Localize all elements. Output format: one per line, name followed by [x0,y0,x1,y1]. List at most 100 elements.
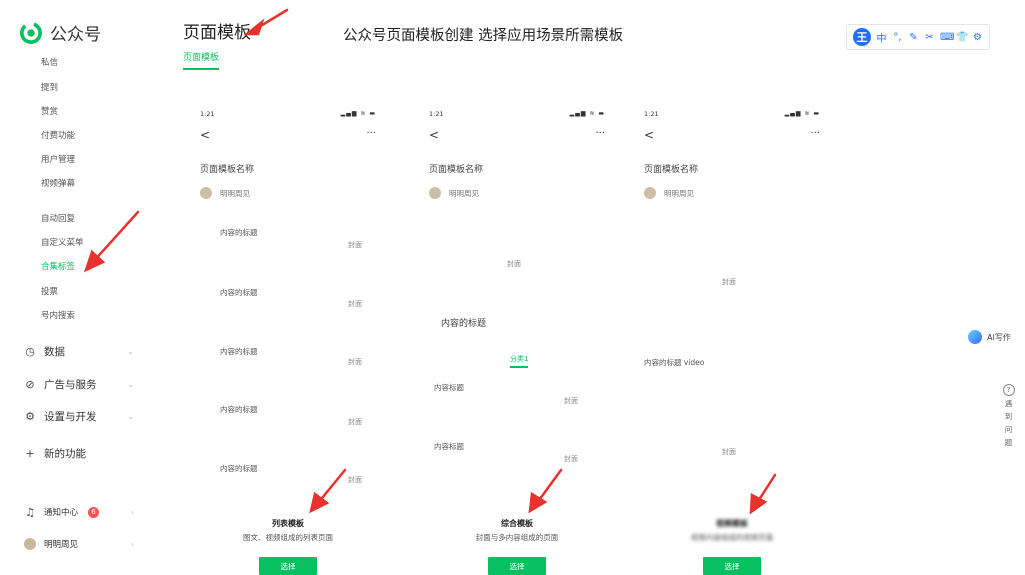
chevron-down-icon: ⌄ [127,380,134,389]
template-author: 明明周见 [429,187,479,199]
gear-icon: ⚙ [25,410,35,423]
template-name: 页面模板名称 [644,165,699,175]
punctuation-icon[interactable]: °, [892,32,903,43]
sidebar-group-label: 设置与开发 [44,411,97,423]
chevron-down-icon: ⌄ [127,347,134,356]
phone-status-bar: 1:21 ▂▄▆ ≋ ▬ [632,110,832,120]
sidebar-item-private-messages[interactable]: 私信 [41,56,58,68]
pen-icon[interactable]: ✎ [908,32,919,43]
signal-wifi-battery-icon: ▂▄▆ ≋ ▬ [784,110,820,117]
template-description: 视频内容组成的视频页面 [690,533,774,542]
sidebar-group-label: 数据 [44,346,65,358]
help-char: 遇 [1004,399,1013,408]
keyboard-icon[interactable]: ⌨ [940,32,954,43]
ime-logo-icon[interactable]: 王 [853,28,871,46]
sidebar-item-user-management[interactable]: 用户管理 [41,153,75,165]
sidebar-group-ads-services[interactable]: ⊘ 广告与服务 ⌄ [24,377,134,392]
page-title: 页面模板 [183,23,251,43]
sidebar-item-paid-features[interactable]: 付费功能 [41,129,75,141]
cover-placeholder: 封面 [348,241,362,249]
template-name: 页面模板名称 [429,165,484,175]
sidebar-item-mentions[interactable]: 提到 [41,81,58,93]
phone-status-bar: 1:21 ▂▄▆ ≋ ▬ [188,110,388,120]
cover-placeholder: 封面 [564,397,578,405]
ai-writing-button[interactable]: AI写作 [968,330,1011,344]
skin-icon[interactable]: 👕 [956,32,968,43]
content-title: 内容的标题 [220,288,258,297]
sidebar-item-in-account-search[interactable]: 号内搜索 [41,309,75,321]
signal-wifi-battery-icon: ▂▄▆ ≋ ▬ [340,110,376,117]
sidebar-item-auto-reply[interactable]: 自动回复 [41,212,75,224]
sidebar-group-settings-dev[interactable]: ⚙ 设置与开发 ⌄ [24,409,134,424]
tab-page-templates[interactable]: 页面模板 [183,50,220,70]
template-author: 明明周见 [200,187,250,199]
template-title: 综合模板 [501,519,533,528]
avatar [200,187,212,199]
select-list-template-button[interactable]: 选择 [259,557,317,575]
ai-writing-label: AI写作 [987,332,1011,342]
avatar [429,187,441,199]
chevron-right-icon: › [130,507,134,517]
header-caption: 公众号页面模板创建 选择应用场景所需模板 [343,28,624,44]
banner-cover-placeholder: 封面 [507,260,521,268]
sidebar-item-custom-menu[interactable]: 自定义菜单 [41,236,84,248]
cover-placeholder: 封面 [348,476,362,484]
sidebar-group-label: 新的功能 [44,448,86,460]
account-name: 明明周见 [44,540,79,550]
avatar [24,538,36,550]
sidebar-item-rewards[interactable]: 赞赏 [41,105,58,117]
brand-name: 公众号 [50,25,101,45]
sidebar-item-collection-tags[interactable]: 合集标签 [41,260,75,272]
more-icon: ··· [595,128,605,139]
question-icon: ? [1002,384,1015,396]
template-title: 视频模板 [716,519,748,528]
red-arrow-shaft [252,8,289,32]
settings-icon[interactable]: ⚙ [972,32,983,43]
video-cover-placeholder: 封面 [722,448,736,456]
back-icon: < [644,128,655,142]
signal-wifi-battery-icon: ▂▄▆ ≋ ▬ [569,110,605,117]
template-author: 明明周见 [644,187,694,199]
author-name: 明明周见 [449,188,479,198]
plus-icon: + [25,447,35,460]
sidebar-group-data[interactable]: ◷ 数据 ⌄ [24,344,134,359]
author-name: 明明周见 [664,188,694,198]
template-card-video: 1:21 ▂▄▆ ≋ ▬ < ··· 页面模板名称 明明周见 封面 内容的标题 … [632,100,832,575]
clock-icon: ◷ [25,345,35,358]
scissors-icon[interactable]: ✂ [924,32,935,43]
status-time: 1:21 [429,110,444,118]
bell-icon: ♫ [25,505,35,519]
sidebar-item-video-danmaku[interactable]: 视频弹幕 [41,177,75,189]
sidebar-group-new-features[interactable]: + 新的功能 [24,446,134,461]
author-name: 明明周见 [220,188,250,198]
ai-icon [968,330,982,344]
input-method-toolbar: 王 中 °, ✎ ✂ ⌨ 👕 ⚙ [846,24,990,50]
avatar [644,187,656,199]
content-title: 内容的标题 [220,228,258,237]
help-widget[interactable]: ? 遇 到 问 题 [1002,384,1015,448]
notification-center[interactable]: ♫ 通知中心 6 › [24,505,134,519]
sidebar-group-label: 广告与服务 [44,379,97,391]
cover-placeholder: 封面 [348,300,362,308]
back-icon: < [429,128,440,142]
content-title: 内容的标题 [441,319,487,329]
template-name: 页面模板名称 [200,165,255,175]
brand-logo[interactable]: 公众号 [20,20,101,45]
sidebar-item-vote[interactable]: 投票 [41,285,58,297]
back-icon: < [200,128,211,142]
account-menu[interactable]: 明明周见 › [24,538,134,550]
sidebar: 公众号 私信 提到 赞赏 付费功能 用户管理 视频弹幕 自动回复 自定义菜单 合… [0,0,165,575]
compass-icon: ⊘ [25,378,35,391]
content-title: 内容的标题 [220,347,258,356]
chevron-down-icon: ⌄ [127,412,134,421]
template-title: 列表模板 [272,519,304,528]
content-title: 内容的标题 [220,464,258,473]
help-char: 到 [1004,412,1013,421]
template-card-list: 1:21 ▂▄▆ ≋ ▬ < ··· 页面模板名称 明明周见 内容的标题 封面 … [188,100,388,575]
select-video-template-button[interactable]: 选择 [703,557,761,575]
select-composite-template-button[interactable]: 选择 [488,557,546,575]
tab-category-1[interactable]: 分类1 [510,354,529,368]
content-title: 内容标题 [434,442,464,451]
chinese-mode-icon[interactable]: 中 [876,30,887,45]
video-cover-placeholder: 封面 [722,278,736,286]
